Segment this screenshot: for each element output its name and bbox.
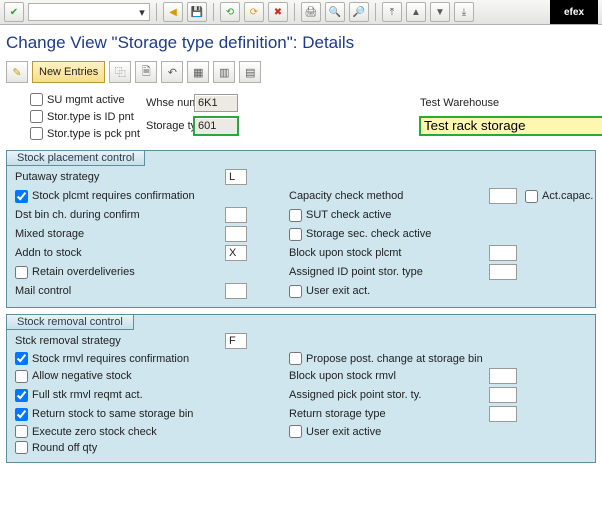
app-toolbar: ✔ ▾ ◀ 💾 ⟲ ⟳ ✖ 🖨 🔍 🔎 ⤒ ▲ ▼ ⤓ efex [0, 0, 602, 25]
prev-icon[interactable]: ▲ [406, 2, 426, 22]
mixed-label: Mixed storage [15, 228, 225, 240]
cancel-icon[interactable]: ✖ [268, 2, 288, 22]
allow-neg-label: Allow negative stock [32, 370, 132, 382]
new-entries-button[interactable]: New Entries [32, 61, 105, 83]
round-off-checkbox[interactable]: Round off qty [15, 441, 225, 454]
find-icon[interactable]: 🔍 [325, 2, 345, 22]
whse-number-desc: Test Warehouse [414, 97, 602, 109]
page-title: Change View "Storage type definition": D… [0, 25, 602, 59]
back2-icon[interactable]: ⟲ [220, 2, 240, 22]
removal-panel: Stock removal control Stck removal strat… [6, 314, 596, 463]
storage-type-desc[interactable] [420, 117, 602, 135]
block-rmvl-label: Block upon stock rmvl [289, 370, 489, 382]
assigned-id-value[interactable] [489, 264, 517, 280]
strategy-value[interactable]: F [225, 333, 247, 349]
storage-type-value: 601 [194, 117, 238, 135]
removal-panel-title: Stock removal control [6, 314, 134, 330]
dropdown-icon[interactable]: ▾ [135, 6, 149, 19]
su-mgmt-checkbox[interactable]: SU mgmt active [30, 93, 146, 106]
su-mgmt-label: SU mgmt active [47, 94, 125, 106]
sec-check-checkbox[interactable]: Storage sec. check active [289, 228, 489, 241]
placement-panel-title: Stock placement control [6, 150, 145, 166]
command-field[interactable]: ▾ [28, 3, 150, 21]
assigned-pick-label: Assigned pick point stor. ty. [289, 389, 489, 401]
whse-number-value: 6K1 [194, 94, 238, 112]
retain-checkbox[interactable]: Retain overdeliveries [15, 266, 225, 279]
allow-neg-checkbox[interactable]: Allow negative stock [15, 370, 225, 383]
block-plcmt-value[interactable] [489, 245, 517, 261]
return-type-value[interactable] [489, 406, 517, 422]
block-rmvl-value[interactable] [489, 368, 517, 384]
id-pnt-label: Stor.type is ID pnt [47, 111, 134, 123]
user-exit-checkbox[interactable]: User exit act. [289, 285, 489, 298]
return-type-label: Return storage type [289, 408, 489, 420]
storage-type-label: Storage type [146, 120, 194, 132]
return-same-checkbox[interactable]: Return stock to same storage bin [15, 408, 225, 421]
addn-value[interactable]: X [225, 245, 247, 261]
rmvl-conf-checkbox[interactable]: Stock rmvl requires confirmation [15, 352, 225, 365]
strategy-label: Stck removal strategy [15, 335, 225, 347]
list-icon[interactable]: ▥ [213, 61, 235, 83]
user-exit-rmvl-label: User exit active [306, 426, 381, 438]
block-plcmt-label: Block upon stock plcmt [289, 247, 489, 259]
print-icon[interactable]: 🖨 [301, 2, 321, 22]
mixed-value[interactable] [225, 226, 247, 242]
ok-icon[interactable]: ✔ [4, 2, 24, 22]
sut-check-checkbox[interactable]: SUT check active [289, 209, 489, 222]
user-exit-label: User exit act. [306, 285, 370, 297]
full-stk-label: Full stk rmvl reqmt act. [32, 389, 143, 401]
findnext-icon[interactable]: 🔎 [349, 2, 369, 22]
exit-icon[interactable]: ⟳ [244, 2, 264, 22]
pck-pnt-checkbox[interactable]: Stor.type is pck pnt [30, 127, 146, 140]
addn-label: Addn to stock [15, 247, 225, 259]
sub-toolbar: ✎ New Entries ⿻ 🗎 ↶ ▦ ▥ ▤ [0, 59, 602, 89]
exec-zero-label: Execute zero stock check [32, 426, 157, 438]
assigned-id-label: Assigned ID point stor. type [289, 266, 489, 278]
sec-check-label: Storage sec. check active [306, 228, 431, 240]
pck-pnt-label: Stor.type is pck pnt [47, 128, 140, 140]
save-icon[interactable]: 💾 [187, 2, 207, 22]
putaway-label: Putaway strategy [15, 171, 225, 183]
header-form: Whse number 6K1 Test Warehouse SU mgmt a… [0, 89, 602, 144]
id-pnt-checkbox[interactable]: Stor.type is ID pnt [30, 110, 146, 123]
whse-number-label: Whse number [146, 97, 194, 109]
propose-checkbox[interactable]: Propose post. change at storage bin [289, 352, 489, 365]
act-capac-label: Act.capac. [542, 190, 593, 202]
dst-bin-value[interactable] [225, 207, 247, 223]
next-icon[interactable]: ▼ [430, 2, 450, 22]
last-icon[interactable]: ⤓ [454, 2, 474, 22]
cap-check-value[interactable] [489, 188, 517, 204]
stock-plcmt-conf-checkbox[interactable]: Stock plcmt requires confirmation [15, 190, 225, 203]
sut-check-label: SUT check active [306, 209, 391, 221]
retain-label: Retain overdeliveries [32, 266, 135, 278]
placement-panel: Stock placement control Putaway strategy… [6, 150, 596, 308]
assigned-pick-value[interactable] [489, 387, 517, 403]
full-stk-checkbox[interactable]: Full stk rmvl reqmt act. [15, 389, 225, 402]
propose-label: Propose post. change at storage bin [306, 353, 483, 365]
undo-icon[interactable]: ↶ [161, 61, 183, 83]
return-same-label: Return stock to same storage bin [32, 408, 193, 420]
exec-zero-checkbox[interactable]: Execute zero stock check [15, 425, 225, 438]
toggle-icon[interactable]: ✎ [6, 61, 28, 83]
act-capac-checkbox[interactable]: Act.capac. [525, 190, 593, 203]
putaway-value[interactable]: L [225, 169, 247, 185]
first-icon[interactable]: ⤒ [382, 2, 402, 22]
dst-bin-label: Dst bin ch. during confirm [15, 209, 225, 221]
grid-icon[interactable]: ▦ [187, 61, 209, 83]
brand-logo: efex [550, 0, 598, 24]
form-icon[interactable]: ▤ [239, 61, 261, 83]
cap-check-label: Capacity check method [289, 190, 489, 202]
rmvl-conf-label: Stock rmvl requires confirmation [32, 353, 189, 365]
mail-label: Mail control [15, 285, 225, 297]
copy-icon[interactable]: ⿻ [109, 61, 131, 83]
round-off-label: Round off qty [32, 442, 97, 454]
file-icon[interactable]: 🗎 [135, 61, 157, 83]
back-icon[interactable]: ◀ [163, 2, 183, 22]
mail-value[interactable] [225, 283, 247, 299]
stock-plcmt-conf-label: Stock plcmt requires confirmation [32, 190, 195, 202]
user-exit-rmvl-checkbox[interactable]: User exit active [289, 425, 489, 438]
